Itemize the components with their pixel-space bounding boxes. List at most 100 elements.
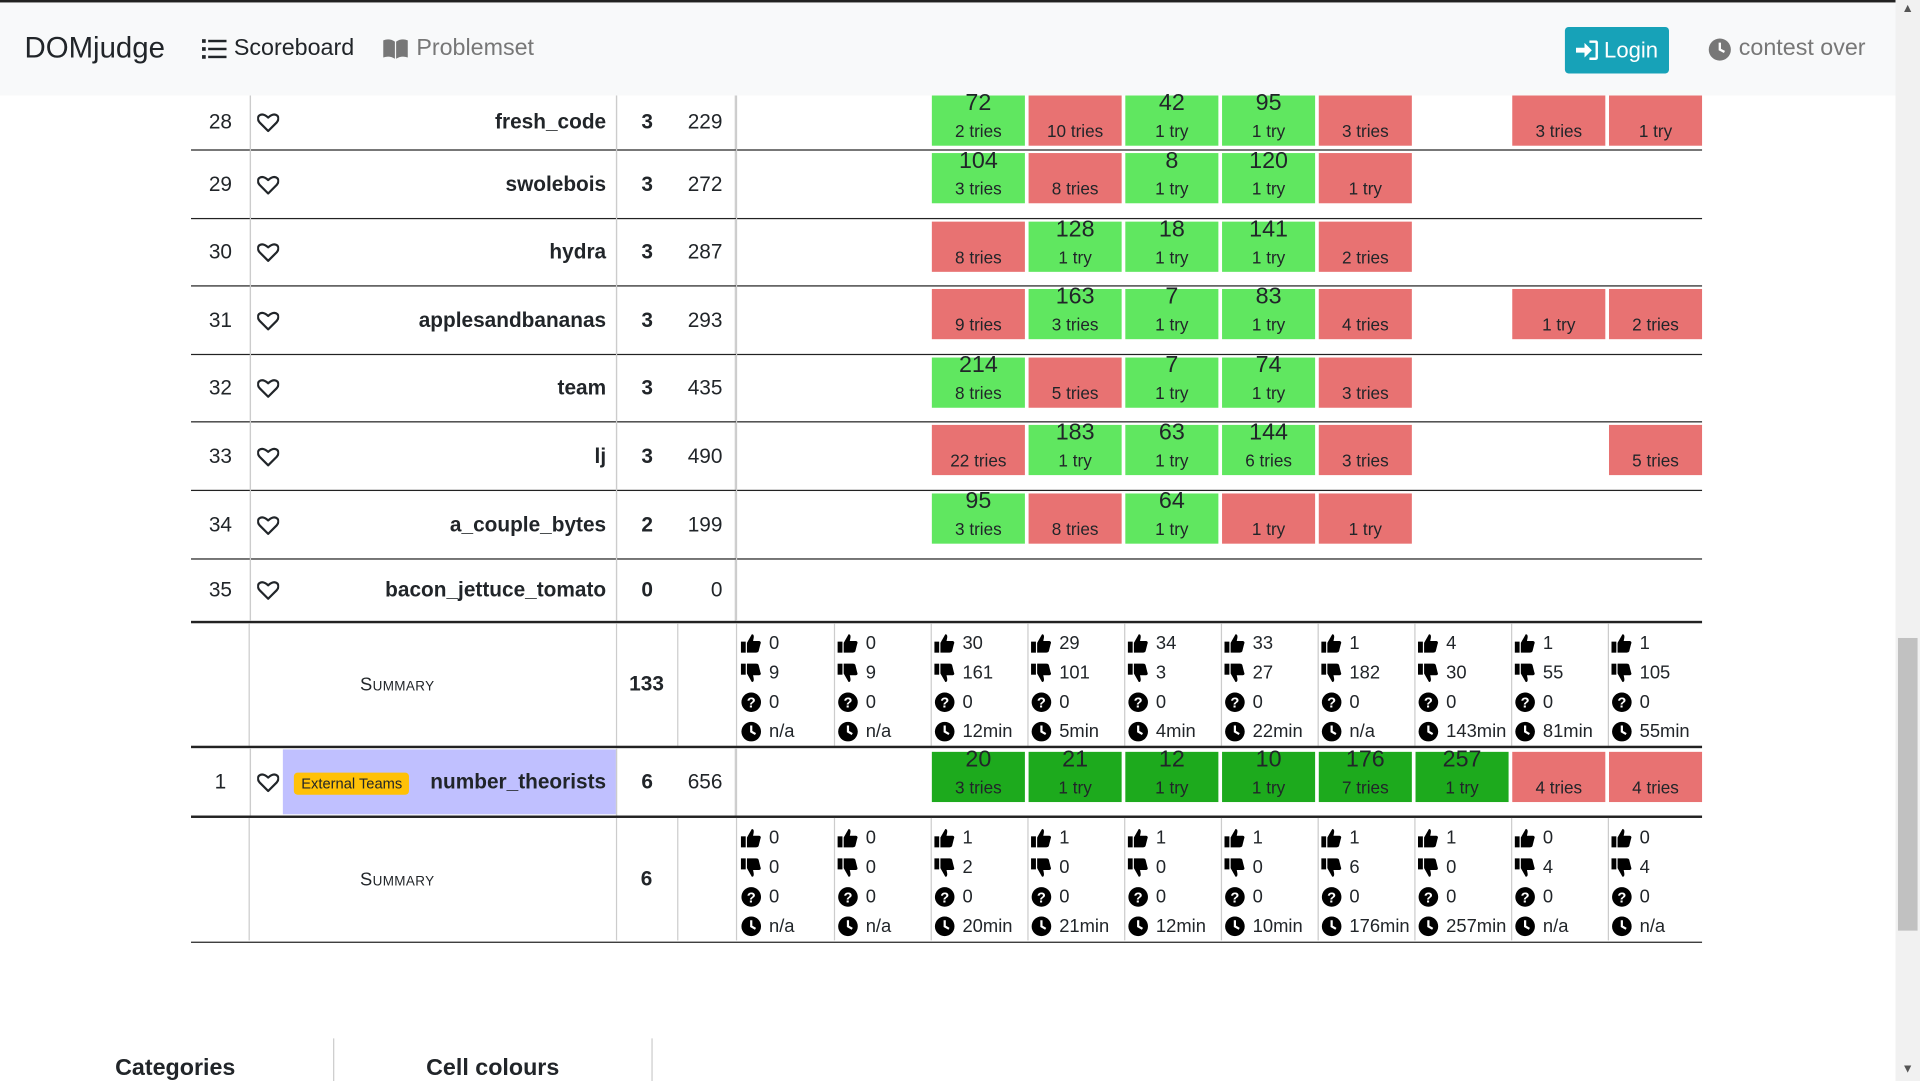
- problem-cell[interactable]: 9 tries: [931, 288, 1025, 340]
- brand-logo[interactable]: DOMjudge: [24, 32, 164, 66]
- summary-stat-line: 105: [1611, 658, 1707, 687]
- problem-cell[interactable]: 21 1 try: [1028, 747, 1122, 803]
- problem-cell[interactable]: 7 1 try: [1125, 284, 1219, 340]
- problem-time: 10: [1255, 746, 1282, 773]
- heart-icon[interactable]: [256, 310, 279, 330]
- column-divider: [735, 748, 738, 816]
- problem-cell[interactable]: 4 tries: [1608, 751, 1703, 803]
- problem-cell[interactable]: 183 1 try: [1028, 420, 1122, 476]
- problem-cell[interactable]: 72 2 tries: [931, 91, 1025, 146]
- problem-cell[interactable]: 63 1 try: [1125, 420, 1219, 476]
- thumbs-down-icon: [1417, 857, 1438, 877]
- problem-cell[interactable]: 1 try: [1512, 288, 1606, 340]
- team-name[interactable]: team: [283, 355, 616, 421]
- problem-cell[interactable]: 144 6 tries: [1222, 420, 1316, 476]
- nav-problemset-link[interactable]: Problemset: [382, 36, 534, 63]
- problem-cell[interactable]: 128 1 try: [1028, 217, 1122, 272]
- problem-cell[interactable]: 64 1 try: [1125, 489, 1219, 544]
- problem-cell[interactable]: 8 1 try: [1125, 148, 1219, 204]
- summary-stat-value: 1: [1252, 827, 1263, 848]
- scrollbar-thumb[interactable]: [1897, 637, 1918, 931]
- problem-cell[interactable]: 257 1 try: [1415, 747, 1509, 803]
- problem-cell[interactable]: 8 tries: [1028, 153, 1122, 204]
- problem-cell[interactable]: 1 try: [1608, 95, 1703, 146]
- problem-cell[interactable]: 42 1 try: [1125, 91, 1219, 146]
- problem-cell[interactable]: 4 tries: [1318, 288, 1412, 340]
- problem-cell[interactable]: 214 8 tries: [931, 353, 1025, 408]
- scroll-down-arrow-icon[interactable]: ▼: [1902, 1063, 1914, 1076]
- heart-icon[interactable]: [256, 378, 279, 398]
- problem-cell[interactable]: 8 tries: [931, 221, 1025, 272]
- problem-cell[interactable]: 1 try: [1222, 493, 1316, 544]
- problem-cell[interactable]: 8 tries: [1028, 493, 1122, 544]
- problem-cell[interactable]: 5 tries: [1028, 357, 1122, 408]
- heart-icon[interactable]: [256, 446, 279, 466]
- problem-cell[interactable]: 22 tries: [931, 424, 1025, 476]
- problem-cell[interactable]: 2 tries: [1608, 288, 1703, 340]
- summary-stat-value: 27: [1252, 661, 1274, 683]
- favourite-toggle[interactable]: [249, 355, 284, 422]
- team-name[interactable]: a_couple_bytes: [283, 491, 616, 558]
- problem-cell[interactable]: 20 3 tries: [931, 747, 1025, 803]
- heart-icon[interactable]: [256, 772, 279, 792]
- favourite-toggle[interactable]: [249, 748, 284, 816]
- summary-stat-value: 4: [1446, 632, 1457, 654]
- heart-icon[interactable]: [256, 515, 279, 535]
- problem-cell[interactable]: 104 3 tries: [931, 148, 1025, 204]
- column-divider: [615, 817, 618, 941]
- problem-cell[interactable]: 4 tries: [1512, 751, 1606, 803]
- problem-cell[interactable]: 95 3 tries: [931, 489, 1025, 544]
- problem-cell[interactable]: 3 tries: [1318, 424, 1412, 476]
- problem-cell[interactable]: 2 tries: [1318, 221, 1412, 272]
- problem-cell[interactable]: 5 tries: [1608, 424, 1703, 476]
- problem-cell[interactable]: 83 1 try: [1222, 284, 1316, 340]
- problem-cell[interactable]: 74 1 try: [1222, 353, 1316, 408]
- summary-stat-value: 0: [1349, 691, 1360, 713]
- favourite-toggle[interactable]: [249, 559, 284, 621]
- nav-scoreboard-link[interactable]: Scoreboard: [202, 36, 354, 63]
- scroll-up-arrow-icon[interactable]: ▲: [1902, 2, 1914, 15]
- team-name[interactable]: bacon_jettuce_tomato: [283, 560, 616, 621]
- summary-stat-value: 2: [962, 856, 973, 878]
- favourite-toggle[interactable]: [249, 286, 284, 354]
- problem-cell[interactable]: 3 tries: [1318, 357, 1412, 408]
- favourite-toggle[interactable]: [249, 491, 284, 559]
- favourite-toggle[interactable]: [249, 219, 284, 286]
- problem-tries: 1 try: [1058, 450, 1092, 471]
- column-divider: [1414, 623, 1416, 746]
- problem-cell[interactable]: 163 3 tries: [1028, 284, 1122, 340]
- problem-cell[interactable]: 176 7 tries: [1318, 747, 1412, 803]
- problem-cell[interactable]: 120 1 try: [1222, 148, 1316, 204]
- problem-cell[interactable]: 18 1 try: [1125, 217, 1219, 272]
- favourite-toggle[interactable]: [249, 150, 284, 218]
- heart-icon[interactable]: [256, 242, 279, 262]
- problem-cell[interactable]: 3 tries: [1318, 95, 1412, 146]
- problem-cell[interactable]: 95 1 try: [1222, 91, 1316, 146]
- problem-cell[interactable]: 1 try: [1318, 493, 1412, 544]
- problem-cell[interactable]: 3 tries: [1512, 95, 1606, 146]
- problem-cell[interactable]: 10 tries: [1028, 95, 1122, 146]
- problem-tries: 8 tries: [955, 247, 1002, 267]
- team-name[interactable]: applesandbananas: [283, 287, 616, 354]
- favourite-toggle[interactable]: [249, 95, 284, 150]
- team-name[interactable]: swolebois: [283, 151, 616, 218]
- problem-cell[interactable]: 7 1 try: [1125, 353, 1219, 408]
- problem-cell[interactable]: 10 1 try: [1222, 747, 1316, 803]
- problem-cell[interactable]: 12 1 try: [1125, 747, 1219, 803]
- heart-icon[interactable]: [256, 113, 279, 133]
- thumbs-down-icon: [1611, 663, 1632, 682]
- category-badge: External Teams: [293, 772, 410, 795]
- problem-summary: 1 55? 0 81min: [1514, 628, 1611, 746]
- heart-icon[interactable]: [256, 174, 279, 194]
- team-name[interactable]: lj: [283, 422, 616, 489]
- problem-cell[interactable]: 1 try: [1318, 153, 1412, 204]
- team-name[interactable]: fresh_code: [283, 96, 616, 150]
- svg-text:?: ?: [843, 695, 852, 711]
- column-divider: [677, 623, 679, 746]
- heart-icon[interactable]: [256, 580, 279, 600]
- problem-cell[interactable]: 141 1 try: [1222, 217, 1316, 272]
- thumbs-up-icon: [1127, 828, 1148, 847]
- favourite-toggle[interactable]: [249, 422, 284, 490]
- team-name[interactable]: hydra: [283, 219, 616, 285]
- login-button[interactable]: Login: [1564, 26, 1669, 74]
